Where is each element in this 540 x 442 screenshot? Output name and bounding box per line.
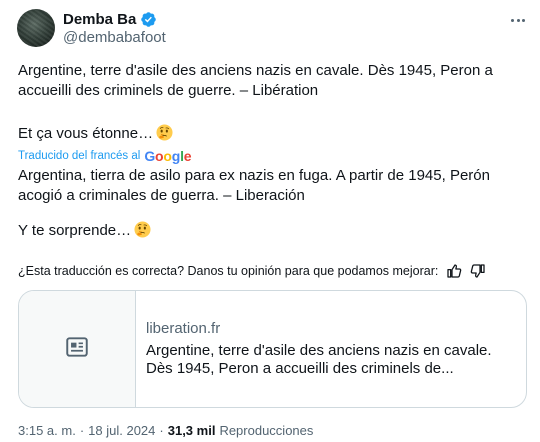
google-logo: Google xyxy=(144,148,192,164)
views-count: 31,3 mil xyxy=(167,422,216,438)
translated-text-second-line: Y te sorprende… xyxy=(18,221,523,241)
avatar[interactable] xyxy=(17,9,55,47)
translated-text-question: Y te sorprende… xyxy=(18,222,132,239)
views-label: Reproducciones xyxy=(219,422,314,438)
tweet: Demba Ba @dembabafoot Argentine, terre d… xyxy=(0,0,540,442)
translation-feedback: ¿Esta traducción es correcta? Danos tu o… xyxy=(18,262,486,280)
link-preview-card[interactable]: liberation.fr Argentine, terre d'asile d… xyxy=(18,290,527,408)
tweet-date[interactable]: 18 jul. 2024 xyxy=(88,423,155,438)
link-card-title: Argentine, terre d'asile des anciens naz… xyxy=(146,342,492,377)
translated-text-paragraph: Argentina, tierra de asilo para ex nazis… xyxy=(18,167,490,204)
thumbs-down-icon[interactable] xyxy=(470,263,486,279)
author-name-row: Demba Ba xyxy=(63,9,157,29)
link-card-thumbnail xyxy=(19,291,136,407)
tweet-time[interactable]: 3:15 a. m. xyxy=(18,423,76,438)
meta-separator: · xyxy=(159,422,164,438)
verified-badge-icon xyxy=(140,11,157,28)
thinking-face-emoji-icon xyxy=(134,221,151,238)
original-text-second-line: Et ça vous étonne… xyxy=(18,124,523,144)
article-icon xyxy=(64,334,90,365)
translation-feedback-question: ¿Esta traducción es correcta? Danos tu o… xyxy=(18,264,439,278)
original-text-question: Et ça vous étonne… xyxy=(18,125,154,142)
author-handle[interactable]: @dembabafoot xyxy=(63,29,166,46)
more-options-icon[interactable] xyxy=(508,12,528,28)
original-text-paragraph: Argentine, terre d'asile des anciens naz… xyxy=(18,62,493,99)
meta-separator: · xyxy=(79,422,85,438)
link-card-domain: liberation.fr xyxy=(146,320,221,337)
tweet-metadata: 3:15 a. m. · 18 jul. 2024 · 31,3 mil Rep… xyxy=(18,421,313,439)
translated-by-text: Traducido del francés al xyxy=(18,150,141,162)
author-display-name[interactable]: Demba Ba xyxy=(63,11,136,28)
thumbs-up-icon[interactable] xyxy=(446,263,462,279)
translated-by-label[interactable]: Traducido del francés al Google xyxy=(18,147,192,165)
thinking-face-emoji-icon xyxy=(156,124,173,141)
